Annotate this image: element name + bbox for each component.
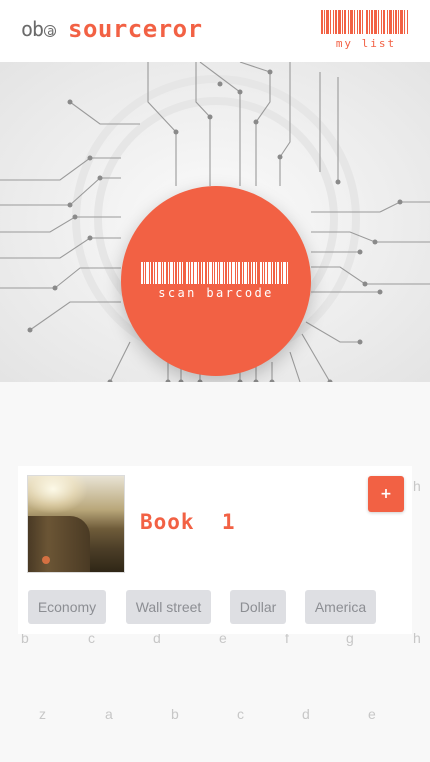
book-card[interactable]: Book 1 + Economy Wall street Dollar Amer…	[18, 466, 412, 634]
brand-name: sourceror	[68, 15, 203, 43]
my-list-label: my list	[335, 37, 397, 50]
my-list-button[interactable]: my list	[321, 10, 411, 50]
index-letter: b	[171, 706, 179, 722]
barcode-icon	[141, 262, 288, 284]
scan-barcode-button[interactable]: scan barcode	[121, 186, 311, 376]
index-letter: h	[413, 478, 421, 494]
index-letter: c	[237, 706, 244, 722]
tag-dollar[interactable]: Dollar	[230, 590, 286, 624]
add-to-list-button[interactable]: +	[368, 476, 404, 512]
scan-barcode-label: scan barcode	[158, 286, 274, 300]
index-letter: e	[368, 706, 376, 722]
index-letter: h	[413, 630, 421, 646]
index-letter: d	[302, 706, 310, 722]
tag-america[interactable]: America	[305, 590, 376, 624]
index-letter: a	[105, 706, 113, 722]
app-header: ob a sourceror my list	[0, 0, 430, 63]
index-letter: z	[39, 706, 46, 722]
barcode-icon	[321, 10, 408, 34]
logo-mark: ob a	[21, 17, 57, 41]
book-thumbnail	[27, 475, 125, 573]
hero-banner: scan barcode	[0, 62, 430, 382]
book-title: Book 1	[140, 510, 236, 534]
tag-economy[interactable]: Economy	[28, 590, 106, 624]
tag-wall-street[interactable]: Wall street	[126, 590, 211, 624]
